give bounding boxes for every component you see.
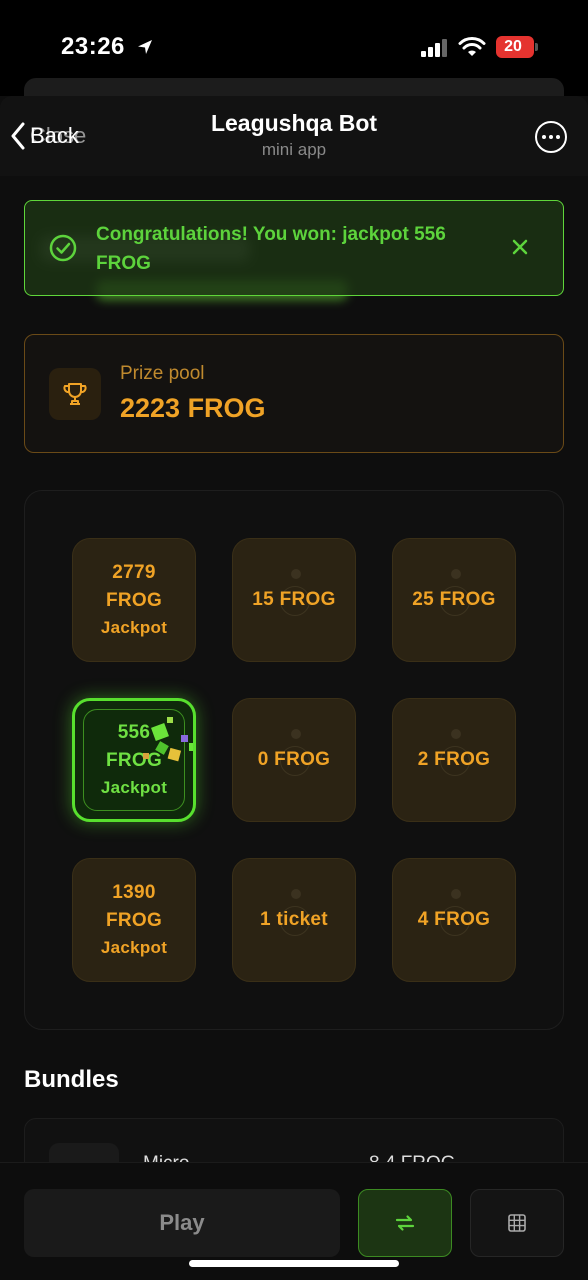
grid-tile[interactable]: 4 FROG [392,858,516,982]
grid-tile[interactable]: 25 FROG [392,538,516,662]
tile-prize: 25 FROG [412,589,496,610]
grid-icon [508,1214,526,1232]
prize-pool-label: Prize pool [120,363,205,384]
swap-button[interactable] [358,1189,452,1257]
status-bar: 23:26 20 [0,0,588,108]
dot-icon [542,135,546,139]
grid-tile-won[interactable]: 556 FROG Jackpot [72,698,196,822]
swap-arrows-icon [395,1215,415,1231]
bot-subtitle: mini app [261,140,327,159]
grid-tile[interactable]: 15 FROG [232,538,356,662]
cellular-signal-icon [421,39,447,57]
tile-dot [451,889,461,899]
battery-nub [535,43,538,51]
prize-grid: 2779 FROG Jackpot 15 FROG 25 FROG 556 FR… [24,490,564,1030]
tile-jackpot-label: Jackpot [100,938,168,957]
status-time: 23:26 [61,33,125,60]
battery-indicator: 20 [496,36,534,58]
tile-amount: 1390 [112,882,156,903]
trophy-badge [49,368,101,420]
tile-prize: 0 FROG [257,749,331,770]
check-circle-icon [49,234,77,262]
tile-prize: 2 FROG [417,749,491,770]
bot-title: Leagushqa Bot [210,110,378,136]
wifi-icon [458,37,486,56]
tile-prize: 1 ticket [260,909,328,930]
more-options-button[interactable] [535,121,567,153]
tile-dot [291,889,301,899]
prize-pool-value: 2223 FROG [120,393,266,423]
play-button[interactable]: Play [24,1189,340,1257]
trophy-icon [63,383,87,405]
home-indicator[interactable] [189,1260,399,1267]
app-screen: 23:26 20 Close Back Leagushqa Bot mini a… [0,0,588,1280]
tile-jackpot-label: Jackpot [100,618,168,637]
tile-prize: 15 FROG [252,589,336,610]
grid-view-button[interactable] [470,1189,564,1257]
battery-level: 20 [504,38,522,55]
tile-amount: 2779 [112,562,156,583]
grid-tile[interactable]: 2 FROG [392,698,516,822]
dot-icon [549,135,553,139]
tile-currency: FROG [105,590,163,611]
tile-currency: FROG [105,910,163,931]
tile-jackpot-label: Jackpot [100,778,168,797]
tile-dot [291,569,301,579]
tile-dot [451,729,461,739]
grid-tile[interactable]: 1 ticket [232,858,356,982]
bundles-heading: Bundles [24,1066,119,1093]
prize-pool-card: Prize pool 2223 FROG [24,334,564,453]
grid-tile[interactable]: 1390 FROG Jackpot [72,858,196,982]
grid-tile[interactable]: 2779 FROG Jackpot [72,538,196,662]
confetti-icon [143,717,193,762]
location-arrow-icon [138,40,152,54]
tile-dot [291,729,301,739]
close-icon[interactable] [509,236,531,258]
tile-prize: 4 FROG [417,909,491,930]
dot-icon [556,135,560,139]
grid-tile[interactable]: 0 FROG [232,698,356,822]
tile-dot [451,569,461,579]
win-notification: Congratulations! You won: jackpot 556 FR… [24,200,564,296]
win-message: Congratulations! You won: jackpot 556 FR… [96,224,446,274]
